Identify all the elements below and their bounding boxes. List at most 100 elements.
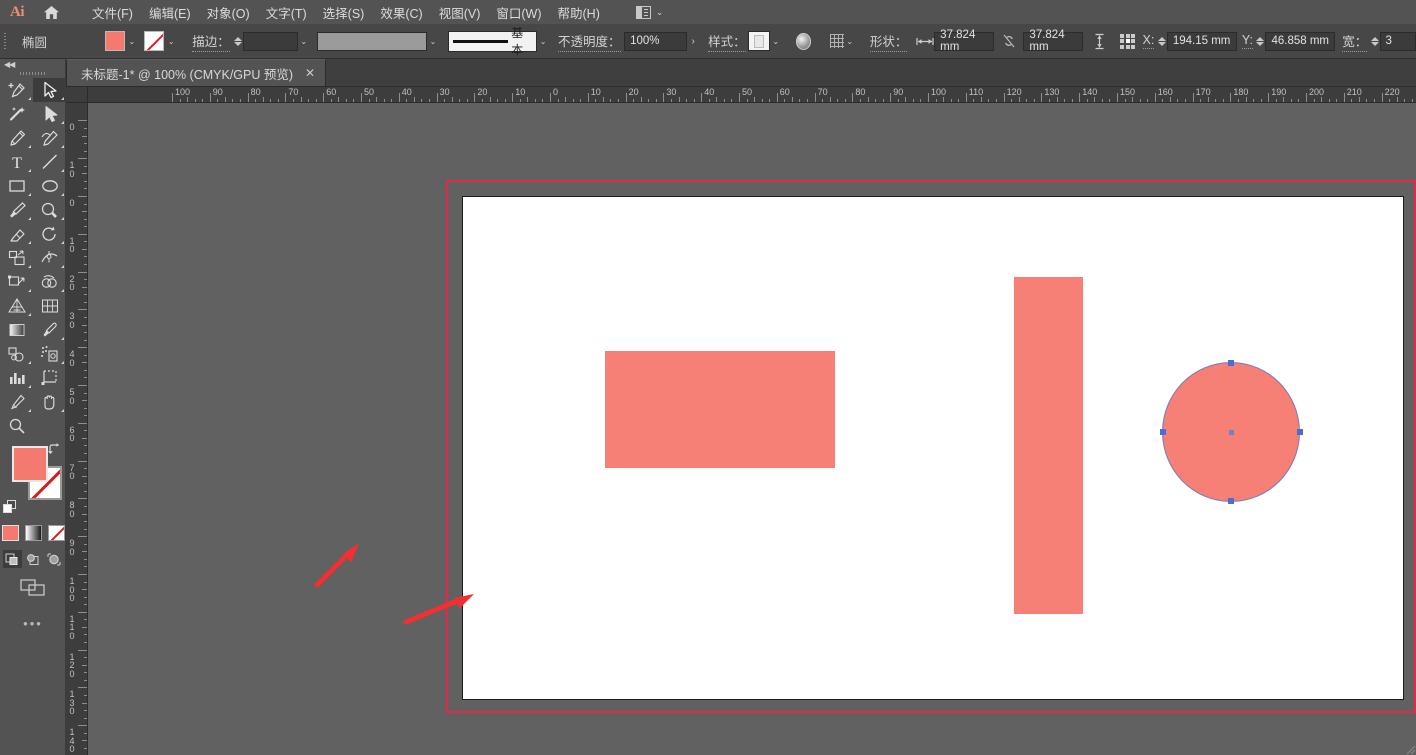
stroke-swatch[interactable] [144, 31, 164, 51]
chevron-down-icon[interactable]: ⌄ [125, 31, 139, 51]
rectangle-tall[interactable] [1014, 277, 1083, 614]
shape-height-field[interactable]: 37.824 mm [1023, 32, 1082, 51]
default-fill-stroke-icon[interactable] [3, 500, 17, 514]
shape-builder-tool[interactable] [33, 270, 66, 294]
align-grid-icon[interactable] [830, 34, 843, 48]
shape-width-field[interactable]: 37.824 mm [934, 32, 993, 51]
fill-swatch[interactable] [105, 31, 125, 51]
rectangle-tool[interactable] [0, 174, 33, 198]
edit-toolbar-icon[interactable]: ••• [0, 612, 66, 634]
horizontal-ruler[interactable]: 1009080706050403020100102030405060708090… [88, 87, 1416, 103]
selection-anchor-0[interactable] [1228, 360, 1234, 366]
selection-anchor-1[interactable] [1297, 429, 1303, 435]
blend-tool[interactable] [0, 342, 33, 366]
draw-behind-mode[interactable] [24, 550, 43, 568]
graphic-style-swatch[interactable] [748, 31, 769, 51]
chevron-down-icon[interactable]: ⌄ [537, 31, 549, 51]
free-transform-tool[interactable] [0, 270, 33, 294]
paintbrush-tool[interactable] [0, 198, 33, 222]
menu-window[interactable]: 窗口(W) [488, 0, 549, 25]
menu-help[interactable]: 帮助(H) [550, 0, 608, 25]
graphic-style-label[interactable]: 样式： [708, 31, 746, 52]
menu-effect[interactable]: 效果(C) [372, 0, 430, 25]
y-position-stepper[interactable] [1256, 31, 1266, 51]
menu-select[interactable]: 选择(S) [315, 0, 373, 25]
artboard-tool[interactable] [33, 366, 66, 390]
canvas-area[interactable] [88, 103, 1416, 755]
magic-wand-tool[interactable] [0, 102, 33, 126]
vertical-ruler[interactable]: 0100102030405060708090100110120130140150 [66, 103, 88, 755]
shaper-tool[interactable] [33, 198, 66, 222]
width-tool[interactable] [33, 246, 66, 270]
change-screen-mode-icon[interactable] [0, 572, 66, 602]
opacity-label[interactable]: 不透明度： [558, 31, 621, 52]
color-mode-color[interactable] [2, 525, 19, 541]
menu-view[interactable]: 视图(V) [431, 0, 489, 25]
chevron-down-icon[interactable]: ⌄ [770, 31, 782, 51]
hand-tool[interactable] [33, 390, 66, 414]
brush-definition-dropdown[interactable]: 基本 [448, 31, 537, 52]
selection-center-point[interactable] [1229, 430, 1234, 435]
tools-panel-collapse[interactable]: ◀◀ [0, 59, 65, 69]
type-tool[interactable]: T [0, 150, 33, 174]
collapse-panel-icon[interactable]: ◀◀ [4, 60, 14, 69]
pen-tool[interactable] [0, 126, 33, 150]
document-tab[interactable]: 未标题-1* @ 100% (CMYK/GPU 预览) ✕ [66, 59, 326, 86]
chevron-down-icon[interactable]: ⌄ [844, 31, 856, 51]
draw-normal-mode[interactable] [3, 550, 22, 568]
ruler-corner[interactable] [66, 87, 88, 103]
menu-edit[interactable]: 编辑(E) [141, 0, 199, 25]
link-broken-icon[interactable] [1001, 32, 1019, 50]
color-mode-gradient[interactable] [25, 525, 42, 541]
eyedropper-tool[interactable] [33, 318, 66, 342]
stroke-weight-stepper[interactable] [233, 31, 243, 51]
close-icon[interactable]: ✕ [305, 66, 315, 80]
draw-inside-mode[interactable] [45, 550, 64, 568]
menu-file[interactable]: 文件(F) [84, 0, 141, 25]
selection-tool[interactable] [33, 78, 66, 102]
x-position-stepper[interactable] [1157, 31, 1167, 51]
selection-anchor-3[interactable] [1160, 429, 1166, 435]
home-icon[interactable] [34, 0, 68, 24]
add-anchor-point-tool[interactable] [0, 78, 33, 102]
resize-grip-icon[interactable] [1402, 741, 1416, 755]
width-field[interactable]: 3 [1380, 32, 1416, 51]
x-position-field[interactable]: 194.15 mm [1167, 32, 1237, 51]
ellipse-tool[interactable] [33, 174, 66, 198]
column-graph-tool[interactable] [0, 366, 33, 390]
scale-tool[interactable] [0, 246, 33, 270]
eraser-tool[interactable] [0, 222, 33, 246]
direct-selection-tool[interactable] [33, 102, 66, 126]
rectangle-wide[interactable] [605, 351, 835, 468]
rotate-tool[interactable] [33, 222, 66, 246]
stroke-swatch-group[interactable]: ⌄ [144, 31, 178, 51]
line-segment-tool[interactable] [33, 150, 66, 174]
curvature-tool[interactable] [33, 126, 66, 150]
swap-fill-stroke-icon[interactable] [47, 443, 60, 456]
opacity-field[interactable]: 100% [624, 32, 687, 51]
stroke-weight-value[interactable] [244, 32, 297, 51]
perspective-grid-tool[interactable] [0, 294, 33, 318]
recolor-artwork-icon[interactable] [796, 33, 811, 50]
gradient-tool[interactable] [0, 318, 33, 342]
reference-point-icon[interactable] [1120, 33, 1136, 49]
stroke-profile-dropdown[interactable] [317, 32, 427, 51]
chevron-down-icon[interactable]: ⌄ [427, 31, 439, 51]
fill-color-swatch[interactable] [12, 446, 48, 482]
fill-swatch-group[interactable]: ⌄ [105, 31, 139, 51]
slice-tool[interactable] [0, 390, 33, 414]
selection-anchor-2[interactable] [1228, 498, 1234, 504]
zoom-tool[interactable] [0, 414, 33, 438]
menu-type[interactable]: 文字(T) [258, 0, 315, 25]
stroke-weight-field[interactable] [243, 32, 298, 51]
y-position-field[interactable]: 46.858 mm [1265, 32, 1335, 51]
mesh-tool[interactable] [33, 294, 66, 318]
width-stepper[interactable] [1370, 31, 1380, 51]
color-mode-none[interactable] [48, 525, 65, 541]
menu-object[interactable]: 对象(O) [199, 0, 258, 25]
opacity-flyout-arrow[interactable]: › [687, 31, 699, 51]
symbol-sprayer-tool[interactable] [33, 342, 66, 366]
workspace-switcher[interactable]: ⌄ [632, 4, 668, 21]
chevron-down-icon[interactable]: ⌄ [164, 31, 178, 51]
stroke-weight-label[interactable]: 描边： [192, 31, 230, 52]
